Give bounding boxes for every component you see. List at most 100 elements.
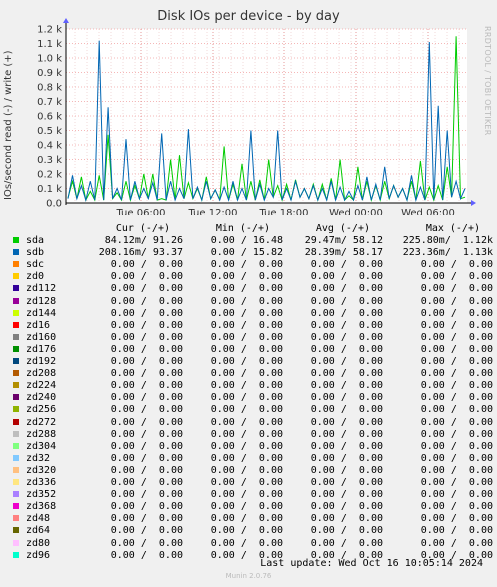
legend-swatch (13, 479, 19, 485)
legend-value-max: 0.00 / 0.00 (420, 295, 493, 307)
last-update: Last update: Wed Oct 16 10:05:14 2024 (260, 558, 483, 569)
legend-value-min: 0.00 / 0.00 (210, 343, 283, 355)
legend-value-max: 0.00 / 0.00 (420, 477, 493, 488)
legend-value-cur: 0.00 / 0.00 (110, 416, 183, 428)
legend-row: zd160 0.00 / 0.00 0.00 / 0.00 0.00 / 0.00 0.… (13, 332, 497, 343)
x-axis-arrow (471, 200, 476, 206)
legend-value-cur: 0.00 / 0.00 (110, 295, 183, 307)
legend-value-avg: 0.00 / 0.00 (310, 404, 383, 416)
legend-swatch (13, 515, 19, 522)
column-header-cur: Cur (-/+) (115, 223, 170, 234)
legend-value-max: 0.00 / 0.00 (420, 343, 493, 355)
legend-swatch (13, 273, 19, 280)
legend-value-max: 0.00 / 0.00 (420, 404, 493, 416)
legend-value-avg: 0.00 / 0.00 (310, 464, 383, 476)
legend-swatch (13, 442, 19, 449)
legend-value-max: 0.00 / 0.00 (420, 464, 493, 476)
x-tick-label: Tue 12:00 (187, 208, 237, 215)
legend-swatch (13, 539, 19, 546)
legend-value-avg: 0.00 / 0.00 (310, 501, 383, 513)
legend-row: zd256 0.00 / 0.00 0.00 / 0.00 0.00 / 0.00 0.… (13, 404, 497, 415)
y-tick-label: 1.2 k (37, 25, 62, 36)
legend-value-cur: 0.00 / 0.00 (110, 440, 183, 452)
legend-swatch (13, 285, 19, 292)
legend-series-name: zd112 (26, 283, 57, 295)
legend-row: zd144 0.00 / 0.00 0.00 / 0.00 0.00 / 0.00 0.… (13, 308, 497, 319)
legend-value-avg: 0.00 / 0.00 (310, 343, 383, 355)
legend-value-cur: 0.00 / 0.00 (110, 259, 183, 271)
legend-row: zd176 0.00 / 0.00 0.00 / 0.00 0.00 / 0.00 0.… (13, 344, 497, 355)
y-tick-label: 0.5 k (37, 126, 62, 137)
legend-series-name: zd80 (26, 537, 51, 549)
legend-swatch (13, 382, 19, 389)
legend-swatch (13, 345, 19, 352)
legend-series-name: zd176 (26, 343, 57, 355)
legend-swatch (13, 249, 19, 256)
legend-row: sda 84.12m/ 91.26 0.00 / 16.48 29.47m/ 58.1… (13, 235, 497, 246)
legend-series-name: zd16 (26, 319, 51, 331)
legend-row: zd320 0.00 / 0.00 0.00 / 0.00 0.00 / 0.00 0.… (13, 465, 497, 476)
legend-value-avg: 0.00 / 0.00 (310, 537, 383, 549)
legend-value-min: 0.00 / 0.00 (210, 331, 283, 343)
x-tick-label: Wed 00:00 (329, 208, 383, 215)
legend-series-name: zd48 (26, 513, 51, 525)
legend-row: zd272 0.00 / 0.00 0.00 / 0.00 0.00 / 0.00 0.… (13, 417, 497, 428)
legend-value-min: 0.00 / 0.00 (210, 271, 283, 283)
legend-value-min: 0.00 / 0.00 (210, 501, 283, 513)
x-tick-label: Tue 18:00 (258, 208, 308, 215)
legend-swatch (13, 491, 19, 498)
legend-swatch (13, 527, 19, 534)
legend-swatch (13, 297, 19, 304)
legend-value-min: 0.00 / 0.00 (210, 489, 283, 501)
legend-value-cur: 0.00 / 0.00 (110, 331, 183, 343)
legend-value-avg: 0.00 / 0.00 (310, 392, 383, 404)
legend-value-max: 225.80m/ 1.12k (402, 235, 493, 246)
legend-series-name: zd208 (26, 368, 57, 380)
legend-value-cur: 84.12m/ 91.26 (104, 235, 183, 246)
legend-series-name: sdb (26, 247, 45, 259)
legend-value-cur: 0.00 / 0.00 (110, 452, 183, 464)
legend-value-min: 0.00 / 0.00 (210, 368, 283, 380)
legend-value-min: 0.00 / 0.00 (210, 464, 283, 476)
legend-value-avg: 0.00 / 0.00 (310, 513, 383, 525)
y-tick-label: 0.4 k (37, 141, 62, 152)
legend-series-name: zd336 (26, 477, 57, 488)
legend-value-cur: 0.00 / 0.00 (110, 392, 183, 404)
legend-value-cur: 0.00 / 0.00 (110, 464, 183, 476)
legend-value-min: 0.00 / 0.00 (210, 404, 283, 416)
legend-series-name: zd128 (26, 295, 57, 307)
legend-value-min: 0.00 / 0.00 (210, 428, 283, 440)
column-header-max: Max (-/+) (425, 223, 480, 234)
legend-value-max: 0.00 / 0.00 (420, 525, 493, 537)
legend-value-max: 0.00 / 0.00 (420, 283, 493, 295)
legend-series-name: zd320 (26, 464, 57, 476)
legend-value-cur: 0.00 / 0.00 (110, 307, 183, 319)
legend-value-max: 223.36m/ 1.13k (402, 247, 493, 259)
legend-value-cur: 0.00 / 0.00 (110, 525, 183, 537)
legend-value-min: 0.00 / 0.00 (210, 307, 283, 319)
legend-series-name: zd272 (26, 416, 57, 428)
legend-swatch (13, 358, 19, 364)
legend-value-max: 0.00 / 0.00 (420, 307, 493, 319)
legend-value-cur: 0.00 / 0.00 (110, 380, 183, 392)
legend-swatch (13, 333, 19, 340)
x-tick-label: Tue 06:00 (115, 208, 165, 215)
legend-value-max: 0.00 / 0.00 (420, 440, 493, 452)
legend-value-max: 0.00 / 0.00 (420, 537, 493, 549)
y-tick-label: 0.0 (46, 199, 62, 210)
legend-value-max: 0.00 / 0.00 (420, 489, 493, 501)
legend-value-avg: 0.00 / 0.00 (310, 489, 383, 501)
legend-value-cur: 0.00 / 0.00 (110, 356, 183, 367)
y-tick-label: 0.7 k (37, 97, 62, 108)
legend-swatch (13, 454, 19, 461)
legend-series-name: zd368 (26, 501, 57, 513)
legend-value-avg: 0.00 / 0.00 (310, 283, 383, 295)
legend-value-cur: 0.00 / 0.00 (110, 271, 183, 283)
legend-value-avg: 0.00 / 0.00 (310, 368, 383, 380)
legend-series-name: zd352 (26, 489, 57, 501)
legend-row: sdb 208.16m/ 93.37 0.00 / 15.82 28.39m/ 58.… (13, 247, 497, 258)
column-header-avg: Avg (-/+) (315, 223, 370, 234)
legend-value-min: 0.00 / 0.00 (210, 392, 283, 404)
legend-value-avg: 29.47m/ 58.12 (304, 235, 383, 246)
legend-series-name: zd96 (26, 549, 51, 561)
